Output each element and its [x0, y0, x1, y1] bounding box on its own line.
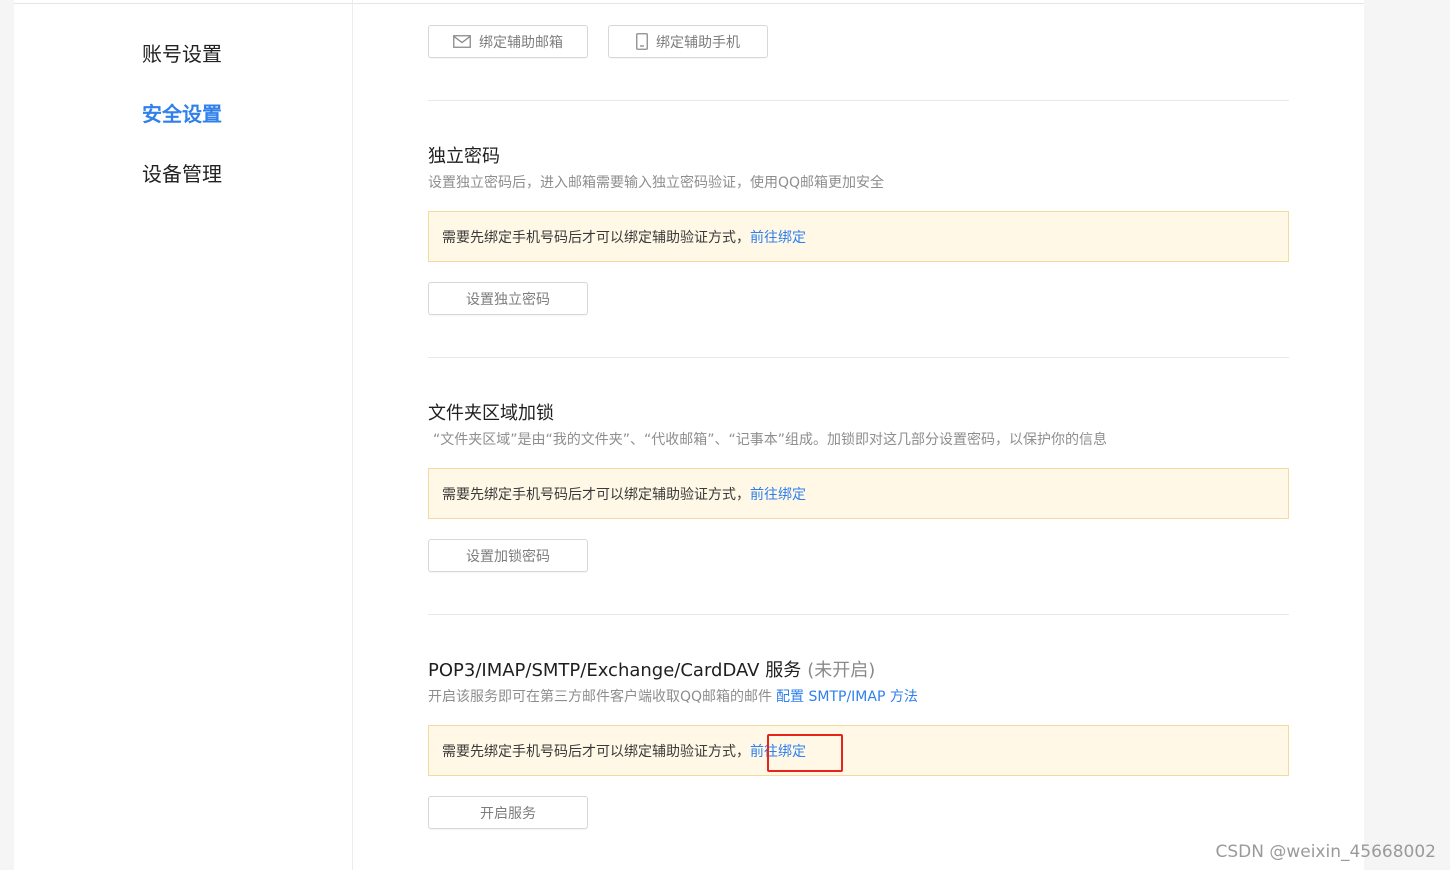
- section-description: “文件夹区域”是由“我的文件夹”、“代收邮箱”、“记事本”组成。加锁即对这几部分…: [433, 432, 1108, 448]
- notice-banner: 需要先绑定手机号码后才可以绑定辅助验证方式， 前往绑定: [428, 468, 1289, 519]
- bind-phone-button[interactable]: 绑定辅助手机: [608, 25, 768, 58]
- go-bind-link[interactable]: 前往绑定: [750, 227, 806, 247]
- settings-page: 账号设置 安全设置 设备管理 绑定辅助邮箱 绑定辅助手机 独立密码 设置独立密码…: [14, 0, 1364, 870]
- go-bind-link[interactable]: 前往绑定: [750, 484, 806, 504]
- bind-phone-label: 绑定辅助手机: [656, 34, 740, 51]
- notice-text: 需要先绑定手机号码后才可以绑定辅助验证方式，: [442, 486, 750, 503]
- set-independent-password-button[interactable]: 设置独立密码: [428, 282, 588, 315]
- section-title: 独立密码: [428, 146, 500, 167]
- phone-icon: [636, 33, 648, 50]
- sidebar-item-devices[interactable]: 设备管理: [142, 158, 222, 187]
- configure-smtp-link[interactable]: 配置 SMTP/IMAP 方法: [776, 689, 918, 705]
- section-description: 开启该服务即可在第三方邮件客户端收取QQ邮箱的邮件 配置 SMTP/IMAP 方法: [428, 686, 918, 706]
- notice-text: 需要先绑定手机号码后才可以绑定辅助验证方式，: [442, 229, 750, 246]
- mail-icon: [453, 35, 471, 48]
- section-title: POP3/IMAP/SMTP/Exchange/CardDAV 服务 (未开启): [428, 656, 875, 682]
- set-lock-password-button[interactable]: 设置加锁密码: [428, 539, 588, 572]
- enable-service-button[interactable]: 开启服务: [428, 796, 588, 829]
- notice-banner: 需要先绑定手机号码后才可以绑定辅助验证方式， 前往绑定: [428, 211, 1289, 262]
- section-divider: [428, 100, 1289, 101]
- go-bind-link[interactable]: 前往绑定: [750, 741, 806, 761]
- section-divider: [428, 614, 1289, 615]
- service-title: POP3/IMAP/SMTP/Exchange/CardDAV 服务: [428, 660, 802, 681]
- watermark: CSDN @weixin_45668002: [1215, 842, 1436, 862]
- notice-banner: 需要先绑定手机号码后才可以绑定辅助验证方式， 前往绑定: [428, 725, 1289, 776]
- sidebar-item-account[interactable]: 账号设置: [142, 38, 222, 67]
- section-title: 文件夹区域加锁: [428, 403, 554, 424]
- button-label: 开启服务: [480, 805, 536, 822]
- button-label: 设置独立密码: [466, 291, 550, 308]
- section-divider: [428, 357, 1289, 358]
- bind-email-button[interactable]: 绑定辅助邮箱: [428, 25, 588, 58]
- sidebar: 账号设置 安全设置 设备管理: [14, 0, 353, 870]
- sidebar-item-security[interactable]: 安全设置: [142, 98, 222, 127]
- bind-email-label: 绑定辅助邮箱: [479, 34, 563, 51]
- section-description: 设置独立密码后，进入邮箱需要输入独立密码验证，使用QQ邮箱更加安全: [428, 175, 885, 191]
- button-label: 设置加锁密码: [466, 548, 550, 565]
- service-status: (未开启): [807, 660, 876, 681]
- service-description: 开启该服务即可在第三方邮件客户端收取QQ邮箱的邮件: [428, 689, 773, 705]
- notice-text: 需要先绑定手机号码后才可以绑定辅助验证方式，: [442, 743, 750, 760]
